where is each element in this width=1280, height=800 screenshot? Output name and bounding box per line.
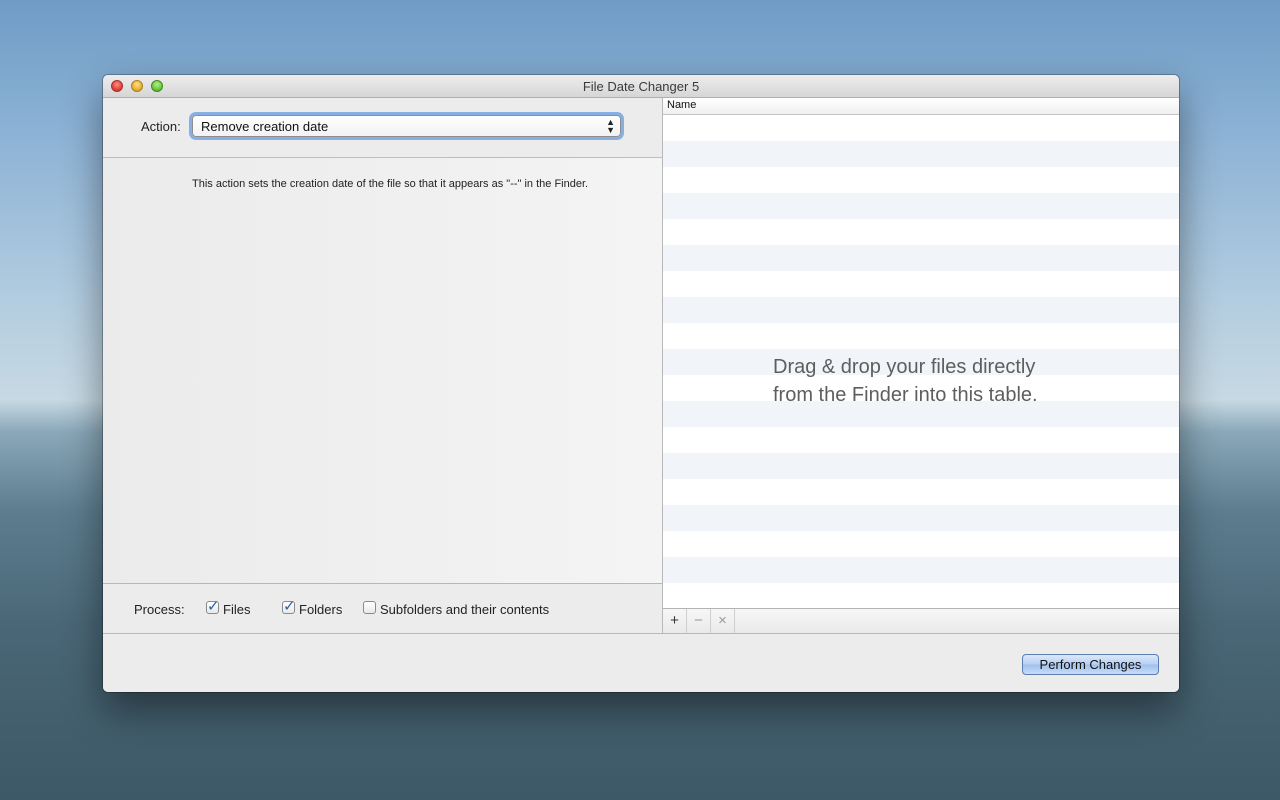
drop-hint-line-1: Drag & drop your files directly bbox=[773, 356, 1036, 378]
table-rows[interactable]: Drag & drop your files directly from the… bbox=[663, 115, 1179, 608]
process-row: Process: ✓ Files ✓ Folders Subfolders an… bbox=[103, 583, 662, 634]
folders-checkbox-label: Folders bbox=[299, 602, 343, 617]
plus-icon: + bbox=[670, 612, 679, 629]
table-toolbar: + − × bbox=[663, 608, 1179, 634]
checkbox-box bbox=[363, 601, 376, 614]
window-title: File Date Changer 5 bbox=[582, 79, 700, 94]
clear-icon: × bbox=[718, 612, 727, 629]
perform-changes-button[interactable]: Perform Changes bbox=[1022, 654, 1159, 675]
action-selected-value: Remove creation date bbox=[201, 119, 329, 134]
file-table[interactable]: Name Drag & drop your files directly fro… bbox=[663, 98, 1179, 634]
add-file-button[interactable]: + bbox=[663, 609, 687, 634]
bottom-bar: Perform Changes bbox=[103, 633, 1179, 692]
drop-hint-line-2: from the Finder into this table. bbox=[773, 384, 1038, 406]
checkmark-icon: ✓ bbox=[207, 598, 220, 615]
subfolders-checkbox-label: Subfolders and their contents bbox=[380, 602, 550, 617]
settings-pane: Action: Remove creation date ▲ ▼ This act… bbox=[103, 98, 663, 634]
files-checkbox-label: Files bbox=[223, 602, 251, 617]
clear-list-button[interactable]: × bbox=[711, 609, 735, 634]
popup-arrows-icon: ▲ ▼ bbox=[606, 117, 615, 135]
table-header: Name bbox=[663, 98, 1179, 115]
title-bar[interactable]: File Date Changer 5 bbox=[103, 75, 1179, 98]
action-description: This action sets the creation date of th… bbox=[192, 178, 589, 190]
column-header-name[interactable]: Name bbox=[667, 99, 696, 111]
action-label: Action: bbox=[141, 119, 181, 134]
action-row: Action: Remove creation date ▲ ▼ bbox=[103, 98, 662, 158]
process-label: Process: bbox=[134, 602, 185, 617]
action-popup-button[interactable]: Remove creation date ▲ ▼ bbox=[192, 115, 621, 137]
remove-file-button[interactable]: − bbox=[687, 609, 711, 634]
minus-icon: − bbox=[694, 612, 703, 629]
app-window: File Date Changer 5 Action: Remove creat… bbox=[103, 75, 1179, 692]
checkmark-icon: ✓ bbox=[283, 598, 296, 615]
drop-hint: Drag & drop your files directly from the… bbox=[773, 353, 1113, 409]
